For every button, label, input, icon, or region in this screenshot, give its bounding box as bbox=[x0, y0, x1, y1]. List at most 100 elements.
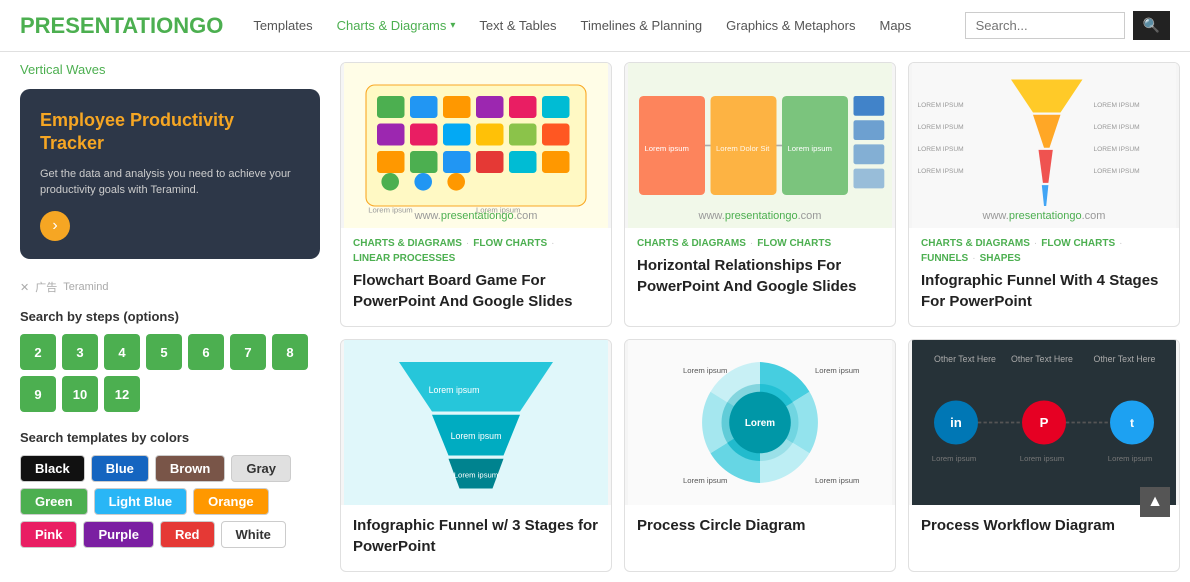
color-brown[interactable]: Brown bbox=[155, 455, 225, 482]
svg-text:LOREM IPSUM: LOREM IPSUM bbox=[1094, 146, 1140, 153]
tag-linear-processes[interactable]: LINEAR PROCESSES bbox=[353, 253, 455, 264]
search-input[interactable] bbox=[965, 12, 1125, 39]
funnel3-preview-svg: Lorem ipsum Lorem ipsum Lorem ipsum bbox=[341, 340, 611, 505]
tag-flow-charts[interactable]: FLOW CHARTS bbox=[473, 238, 547, 249]
funnel4-preview-svg: LOREM IPSUM LOREM IPSUM LOREM IPSUM LORE… bbox=[909, 63, 1179, 228]
card-title-circle: Process Circle Diagram bbox=[637, 515, 883, 536]
svg-text:Lorem ipsum: Lorem ipsum bbox=[429, 385, 480, 395]
card-body-horizontal: CHARTS & DIAGRAMS · FLOW CHARTS Horizont… bbox=[625, 228, 895, 311]
color-black[interactable]: Black bbox=[20, 455, 85, 482]
card-workflow[interactable]: Other Text Here Other Text Here Other Te… bbox=[908, 339, 1180, 572]
svg-text:Lorem ipsum: Lorem ipsum bbox=[1020, 454, 1064, 463]
card-title-funnel3: Infographic Funnel w/ 3 Stages for Power… bbox=[353, 515, 599, 557]
ad-box: Employee Productivity Tracker Get the da… bbox=[20, 89, 320, 259]
color-orange[interactable]: Orange bbox=[193, 488, 269, 515]
nav-maps[interactable]: Maps bbox=[880, 18, 912, 33]
step-5[interactable]: 5 bbox=[146, 334, 182, 370]
tag-charts-f4[interactable]: CHARTS & DIAGRAMS bbox=[921, 238, 1030, 249]
card-title-horizontal: Horizontal Relationships For PowerPoint … bbox=[637, 255, 883, 297]
step-3[interactable]: 3 bbox=[62, 334, 98, 370]
color-light-blue[interactable]: Light Blue bbox=[94, 488, 188, 515]
color-red[interactable]: Red bbox=[160, 521, 215, 548]
colors-section-title: Search templates by colors bbox=[20, 430, 320, 445]
card-body-funnel4: CHARTS & DIAGRAMS · FLOW CHARTS · FUNNEL… bbox=[909, 228, 1179, 326]
ad-cta-button[interactable]: › bbox=[40, 211, 70, 241]
svg-text:Other Text Here: Other Text Here bbox=[1094, 354, 1156, 364]
step-4[interactable]: 4 bbox=[104, 334, 140, 370]
scroll-top-button[interactable]: ▲ bbox=[1140, 487, 1170, 517]
site-logo[interactable]: PRESENTATIONGO bbox=[20, 13, 223, 39]
svg-text:LOREM IPSUM: LOREM IPSUM bbox=[1094, 102, 1140, 109]
step-2[interactable]: 2 bbox=[20, 334, 56, 370]
color-white[interactable]: White bbox=[221, 521, 286, 548]
svg-text:in: in bbox=[950, 415, 962, 430]
step-8[interactable]: 8 bbox=[272, 334, 308, 370]
chevron-up-icon: ▲ bbox=[1147, 493, 1163, 511]
chevron-down-icon: ▾ bbox=[450, 20, 455, 31]
card-body-circle: Process Circle Diagram bbox=[625, 505, 895, 550]
color-pink[interactable]: Pink bbox=[20, 521, 77, 548]
page-layout: Vertical Waves Employee Productivity Tra… bbox=[0, 52, 1190, 582]
ad-meta: ✕ 广告 Teramind bbox=[20, 279, 320, 295]
color-blue[interactable]: Blue bbox=[91, 455, 149, 482]
nav-templates[interactable]: Templates bbox=[253, 18, 312, 33]
color-purple[interactable]: Purple bbox=[83, 521, 153, 548]
step-9[interactable]: 9 bbox=[20, 376, 56, 412]
svg-text:LOREM IPSUM: LOREM IPSUM bbox=[918, 124, 964, 131]
nav-charts[interactable]: Charts & Diagrams ▾ bbox=[337, 18, 456, 33]
ad-close-icon[interactable]: ✕ bbox=[20, 281, 29, 294]
svg-text:Lorem ipsum: Lorem ipsum bbox=[788, 144, 832, 153]
svg-text:LOREM IPSUM: LOREM IPSUM bbox=[1094, 168, 1140, 175]
card-body-workflow: Process Workflow Diagram bbox=[909, 505, 1179, 550]
card-image-funnel3: Lorem ipsum Lorem ipsum Lorem ipsum bbox=[341, 340, 611, 505]
logo-text: PRESENTATION bbox=[20, 13, 189, 38]
card-body-flowchart: CHARTS & DIAGRAMS · FLOW CHARTS · LINEAR… bbox=[341, 228, 611, 326]
color-gray[interactable]: Gray bbox=[231, 455, 291, 482]
card-body-funnel3: Infographic Funnel w/ 3 Stages for Power… bbox=[341, 505, 611, 571]
steps-grid: 2 3 4 5 6 7 8 9 10 12 bbox=[20, 334, 320, 412]
circle-preview-svg: Lorem Lorem ipsum Lorem ipsum Lorem ipsu… bbox=[625, 340, 895, 505]
step-10[interactable]: 10 bbox=[62, 376, 98, 412]
breadcrumb-link[interactable]: Vertical Waves bbox=[20, 62, 320, 77]
card-image-funnel4: LOREM IPSUM LOREM IPSUM LOREM IPSUM LORE… bbox=[909, 63, 1179, 228]
site-header: PRESENTATIONGO Templates Charts & Diagra… bbox=[0, 0, 1190, 52]
card-horizontal[interactable]: Lorem ipsum Lorem Dolor Sit Lorem ipsum … bbox=[624, 62, 896, 327]
nav-timelines[interactable]: Timelines & Planning bbox=[581, 18, 703, 33]
card-url-funnel4: www.presentationgo.com bbox=[983, 210, 1106, 222]
ad-label: 广告 bbox=[35, 279, 57, 295]
tag-flow-f4[interactable]: FLOW CHARTS bbox=[1041, 238, 1115, 249]
step-7[interactable]: 7 bbox=[230, 334, 266, 370]
card-funnel3[interactable]: Lorem ipsum Lorem ipsum Lorem ipsum Info… bbox=[340, 339, 612, 572]
card-funnel4[interactable]: LOREM IPSUM LOREM IPSUM LOREM IPSUM LORE… bbox=[908, 62, 1180, 327]
ad-brand: Teramind bbox=[63, 281, 108, 293]
tag-charts-diagrams-h[interactable]: CHARTS & DIAGRAMS bbox=[637, 238, 746, 249]
card-url-flowchart: www.presentationgo.com bbox=[415, 210, 538, 222]
svg-text:Lorem ipsum: Lorem ipsum bbox=[1108, 454, 1152, 463]
sidebar: Vertical Waves Employee Productivity Tra… bbox=[0, 52, 340, 582]
search-icon: 🔍 bbox=[1143, 17, 1160, 33]
tag-funnels-f4[interactable]: FUNNELS bbox=[921, 253, 968, 264]
svg-text:Other Text Here: Other Text Here bbox=[1011, 354, 1073, 364]
tag-charts-diagrams[interactable]: CHARTS & DIAGRAMS bbox=[353, 238, 462, 249]
card-flowchart[interactable]: Lorem ipsum Lorem ipsum www.presentation… bbox=[340, 62, 612, 327]
step-6[interactable]: 6 bbox=[188, 334, 224, 370]
tag-flow-charts-h[interactable]: FLOW CHARTS bbox=[757, 238, 831, 249]
svg-text:Lorem ipsum: Lorem ipsum bbox=[683, 476, 727, 485]
card-image-flowchart: Lorem ipsum Lorem ipsum www.presentation… bbox=[341, 63, 611, 228]
card-tags-funnel4: CHARTS & DIAGRAMS · FLOW CHARTS · FUNNEL… bbox=[921, 238, 1167, 264]
svg-text:Lorem ipsum: Lorem ipsum bbox=[815, 366, 859, 375]
main-nav: Templates Charts & Diagrams ▾ Text & Tab… bbox=[253, 18, 964, 33]
nav-graphics[interactable]: Graphics & Metaphors bbox=[726, 18, 855, 33]
main-content: Lorem ipsum Lorem ipsum www.presentation… bbox=[340, 52, 1190, 582]
color-green[interactable]: Green bbox=[20, 488, 88, 515]
horizontal-preview-svg: Lorem ipsum Lorem Dolor Sit Lorem ipsum bbox=[625, 63, 895, 228]
nav-text-tables[interactable]: Text & Tables bbox=[479, 18, 556, 33]
card-circle[interactable]: Lorem Lorem ipsum Lorem ipsum Lorem ipsu… bbox=[624, 339, 896, 572]
search-button[interactable]: 🔍 bbox=[1133, 11, 1170, 40]
step-12[interactable]: 12 bbox=[104, 376, 140, 412]
svg-text:LOREM IPSUM: LOREM IPSUM bbox=[918, 102, 964, 109]
ad-text: Get the data and analysis you need to ac… bbox=[40, 166, 300, 199]
tag-shapes-f4[interactable]: SHAPES bbox=[980, 253, 1021, 264]
card-tags-horizontal: CHARTS & DIAGRAMS · FLOW CHARTS bbox=[637, 238, 883, 249]
svg-text:Lorem ipsum: Lorem ipsum bbox=[815, 476, 859, 485]
